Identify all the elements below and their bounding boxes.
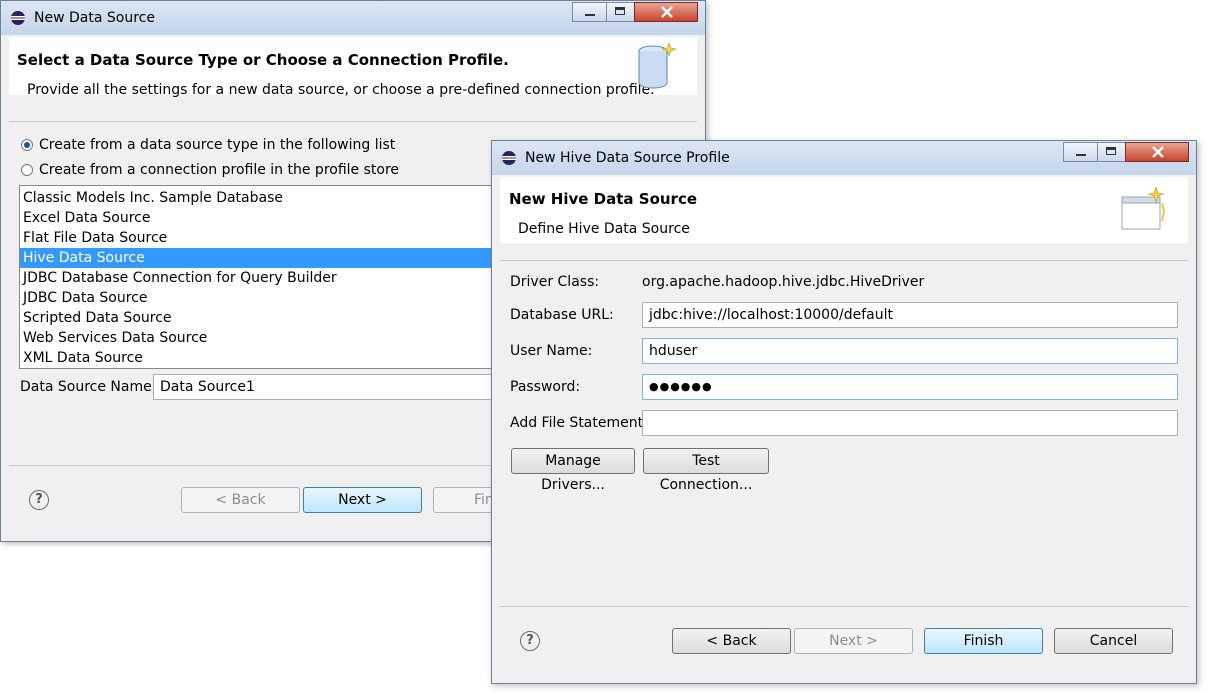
password-label: Password:: [510, 379, 581, 395]
maximize-button[interactable]: [606, 2, 635, 22]
driver-class-value: org.apache.hadoop.hive.jdbc.HiveDriver: [642, 274, 925, 290]
back-button[interactable]: < Back: [181, 487, 300, 513]
close-icon: [1152, 146, 1164, 158]
radio-data-source-type[interactable]: Create from a data source type in the fo…: [21, 137, 395, 153]
minimize-button[interactable]: [1063, 142, 1098, 162]
footer-divider: [500, 606, 1188, 607]
driver-class-label: Driver Class:: [510, 274, 600, 290]
manage-drivers-button[interactable]: Manage Drivers...: [511, 448, 635, 493]
header-divider: [500, 260, 1188, 261]
radio-connection-profile-label: Create from a connection profile in the …: [39, 162, 400, 178]
window-title: New Data Source: [34, 10, 155, 26]
help-icon[interactable]: ?: [520, 631, 540, 651]
close-icon: [661, 6, 673, 18]
page-title: New Hive Data Source: [509, 190, 698, 208]
header-divider: [9, 121, 697, 122]
minimize-icon: [585, 14, 595, 16]
user-name-label: User Name:: [510, 343, 593, 359]
add-file-statement-input[interactable]: [642, 410, 1178, 436]
database-url-label: Database URL:: [510, 307, 614, 323]
database-url-input[interactable]: jdbc:hive://localhost:10000/default: [642, 302, 1178, 328]
wizard-header: New Hive Data Source Define Hive Data So…: [500, 177, 1188, 243]
radio-unselected-icon: [21, 164, 33, 176]
window-title: New Hive Data Source Profile: [525, 150, 730, 166]
help-icon[interactable]: ?: [29, 490, 49, 510]
radio-connection-profile[interactable]: Create from a connection profile in the …: [21, 162, 399, 178]
title-bar[interactable]: New Data Source: [1, 1, 705, 35]
password-input[interactable]: ●●●●●●: [642, 374, 1178, 400]
minimize-button[interactable]: [572, 2, 607, 22]
title-bar[interactable]: New Hive Data Source Profile: [492, 141, 1196, 175]
radio-selected-icon: [21, 139, 33, 151]
close-button[interactable]: [1125, 142, 1189, 162]
finish-button[interactable]: Finish: [924, 628, 1043, 654]
back-button[interactable]: < Back: [672, 628, 791, 654]
eclipse-icon: [11, 11, 25, 25]
user-name-input[interactable]: hduser: [642, 338, 1178, 364]
add-file-statement-label: Add File Statement: [510, 415, 644, 431]
next-button[interactable]: Next >: [794, 628, 913, 654]
minimize-icon: [1076, 154, 1086, 156]
page-description: Provide all the settings for a new data …: [27, 82, 655, 98]
cancel-button[interactable]: Cancel: [1054, 628, 1173, 654]
test-connection-button[interactable]: Test Connection...: [643, 448, 769, 493]
data-source-name-label: Data Source Name:: [20, 379, 157, 395]
page-description: Define Hive Data Source: [518, 221, 690, 237]
wizard-header: Select a Data Source Type or Choose a Co…: [9, 37, 697, 98]
maximize-button[interactable]: [1097, 142, 1126, 162]
wizard-banner-icon: [1121, 186, 1166, 230]
radio-data-source-type-label: Create from a data source type in the fo…: [39, 137, 396, 153]
maximize-icon: [615, 7, 625, 15]
new-hive-data-source-profile-window: New Hive Data Source Profile New Hive Da…: [491, 140, 1197, 684]
database-icon: [638, 42, 678, 89]
close-button[interactable]: [634, 2, 698, 22]
page-title: Select a Data Source Type or Choose a Co…: [17, 51, 509, 69]
maximize-icon: [1106, 147, 1116, 155]
next-button[interactable]: Next >: [303, 487, 422, 513]
eclipse-icon: [502, 151, 516, 165]
